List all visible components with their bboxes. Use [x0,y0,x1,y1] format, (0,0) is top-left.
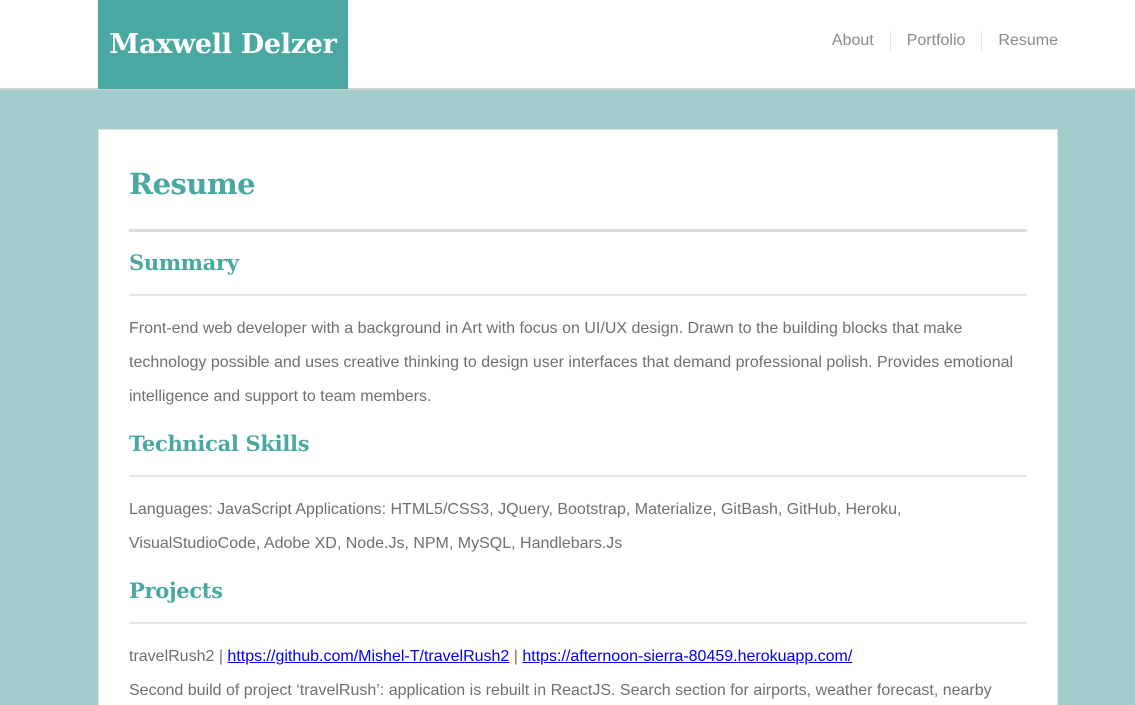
skills-heading: Technical Skills [129,431,310,456]
project-description: Second build of project ‘travelRush’: ap… [129,682,992,699]
project-separator: | [214,648,228,665]
main-nav: About Portfolio Resume [816,31,1058,51]
nav-link-about[interactable]: About [816,31,890,51]
site-logo[interactable]: Maxwell Delzer [98,0,348,89]
project-header: travelRush2 | https://github.com/Mishel-… [129,640,1027,674]
skills-divider [129,475,1027,477]
projects-heading: Projects [129,578,223,603]
nav-link-resume[interactable]: Resume [981,31,1058,51]
site-header: Maxwell Delzer About Portfolio Resume [0,0,1135,90]
project-repo-link[interactable]: https://github.com/Mishel-T/travelRush2 [227,648,509,665]
project-separator: | [509,648,523,665]
project-name: travelRush2 [129,648,215,665]
summary-divider [129,294,1027,296]
title-divider [129,229,1027,232]
projects-divider [129,622,1027,624]
skills-text: Languages: JavaScript Applications: HTML… [129,501,902,552]
resume-card: Resume Summary Front-end web developer w… [98,129,1058,705]
summary-heading: Summary [129,250,239,275]
project-live-link[interactable]: https://afternoon-sierra-80459.herokuapp… [522,648,852,665]
page-title: Resume [129,167,256,201]
nav-link-portfolio[interactable]: Portfolio [889,31,982,51]
summary-text: Front-end web developer with a backgroun… [129,320,1014,405]
